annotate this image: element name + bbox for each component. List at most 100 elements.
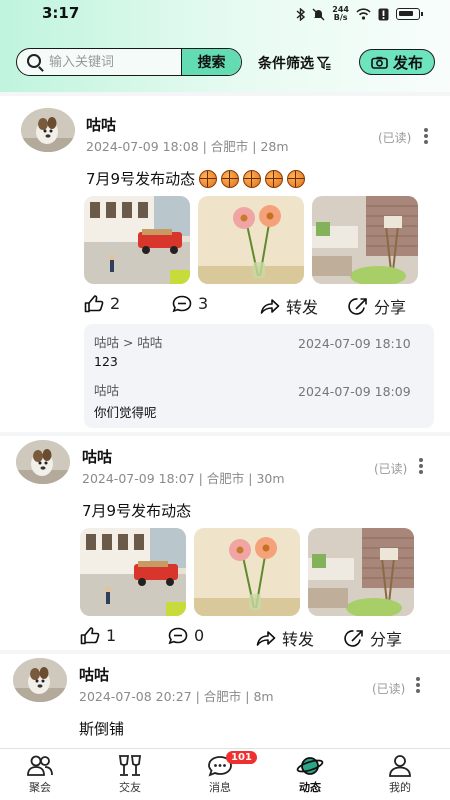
comment-button[interactable]: 0 (168, 626, 204, 645)
share-icon (344, 630, 363, 647)
publish-button[interactable]: 发布 (359, 49, 435, 75)
post-image-flowers[interactable] (194, 528, 300, 616)
unread-badge: 101 (226, 751, 257, 764)
more-icon[interactable] (416, 677, 420, 693)
person-icon (389, 755, 411, 777)
thumbs-up-icon (80, 626, 100, 644)
repost-icon (260, 299, 280, 314)
comment-list: 咕咕 > 咕咕 2024-07-09 18:10 123 咕咕 2024-07-… (84, 324, 434, 428)
nav-label: 聚会 (29, 781, 51, 794)
bottom-nav: 聚会 交友 101 消息 动态 我的 (0, 748, 450, 800)
like-count: 1 (106, 626, 117, 645)
post-text: 斯倒铺 (79, 720, 125, 738)
net-speed: 244 B/s (332, 6, 349, 22)
repost-button[interactable]: 转发 (260, 294, 318, 318)
like-count: 2 (110, 294, 121, 313)
post-card[interactable]: 咕咕 2024-07-09 18:08 | 合肥市 | 28m (已读) 7月9… (0, 96, 450, 432)
search-input[interactable] (49, 52, 179, 72)
comment-author[interactable]: 咕咕 > 咕咕 (94, 332, 162, 351)
nav-item-me[interactable]: 我的 (365, 749, 435, 800)
avatar[interactable] (16, 440, 70, 484)
nav-item-moments[interactable]: 动态 (275, 749, 345, 800)
search-box[interactable]: 搜索 (16, 48, 242, 76)
filter-icon (317, 56, 331, 70)
post-content: 7月9号发布动态 (82, 500, 191, 521)
alert-icon (378, 8, 389, 20)
filter-label: 条件筛选 (258, 56, 314, 72)
comment-time: 2024-07-09 18:09 (298, 384, 411, 399)
comment-button[interactable]: 3 (172, 294, 208, 313)
read-status: (已读) (378, 131, 412, 145)
like-button[interactable]: 1 (80, 626, 116, 645)
share-label: 分享 (374, 298, 407, 317)
nav-label: 我的 (389, 781, 411, 794)
nav-item-friends[interactable]: 交友 (95, 749, 165, 800)
cheers-icon (118, 755, 142, 776)
camera-icon (371, 56, 388, 69)
search-icon (27, 54, 41, 68)
repost-icon (256, 631, 276, 646)
post-text: 7月9号发布动态 (86, 170, 196, 188)
nav-item-gathering[interactable]: 聚会 (5, 749, 75, 800)
header: 3:17 244 B/s 搜索 条件筛选 发布 (0, 0, 450, 92)
comment-author[interactable]: 咕咕 (94, 380, 119, 399)
comment-text: 你们觉得呢 (94, 405, 157, 420)
repost-label: 转发 (286, 298, 319, 317)
comment-icon (168, 627, 188, 644)
post-image-room[interactable] (312, 196, 418, 284)
mute-bell-icon (312, 8, 325, 20)
post-meta: 2024-07-08 20:27 | 合肥市 | 8m (79, 689, 274, 704)
bluetooth-icon (296, 7, 306, 21)
share-icon (348, 298, 367, 315)
net-speed-unit: B/s (333, 13, 348, 22)
filter-button[interactable]: 条件筛选 (258, 53, 331, 73)
avatar[interactable] (21, 108, 75, 152)
post-image-truck[interactable] (84, 196, 190, 284)
repost-label: 转发 (282, 630, 315, 649)
wifi-icon (356, 8, 371, 20)
avatar[interactable] (13, 658, 67, 702)
read-status: (已读) (372, 682, 406, 696)
like-button[interactable]: 2 (84, 294, 120, 313)
planet-icon (296, 757, 324, 775)
search-row: 搜索 条件筛选 发布 (0, 46, 450, 78)
comment-icon (172, 295, 192, 312)
nav-label: 动态 (299, 781, 321, 794)
nav-label: 交友 (119, 781, 141, 794)
read-status: (已读) (374, 462, 408, 476)
post-content: 斯倒铺 (79, 718, 124, 739)
nav-label: 消息 (209, 781, 231, 794)
more-icon[interactable] (419, 458, 423, 474)
basketball-icon (199, 169, 218, 188)
comment-time: 2024-07-09 18:10 (298, 336, 411, 351)
comment-text: 123 (94, 354, 118, 369)
battery-icon (396, 8, 423, 20)
post-card[interactable]: 咕咕 2024-07-09 18:07 | 合肥市 | 30m (已读) 7月9… (0, 436, 450, 650)
comment-count: 3 (198, 294, 209, 313)
post-image-truck[interactable] (80, 528, 186, 616)
basketball-icon (265, 169, 284, 188)
post-image-flowers[interactable] (198, 196, 304, 284)
author-name[interactable]: 咕咕 (86, 114, 116, 135)
basketball-icon (221, 169, 240, 188)
feed[interactable]: 咕咕 2024-07-09 18:08 | 合肥市 | 28m (已读) 7月9… (0, 92, 450, 748)
more-icon[interactable] (424, 128, 428, 144)
status-bar: 3:17 244 B/s (0, 0, 450, 32)
basketball-icon (287, 169, 306, 188)
repost-button[interactable]: 转发 (256, 626, 314, 650)
share-label: 分享 (370, 630, 403, 649)
nav-item-messages[interactable]: 101 消息 (185, 749, 257, 800)
comment-count: 0 (194, 626, 205, 645)
post-card[interactable]: 咕咕 2024-07-08 20:27 | 合肥市 | 8m (已读) 斯倒铺 (0, 654, 450, 748)
author-name[interactable]: 咕咕 (79, 664, 109, 685)
share-button[interactable]: 分享 (348, 294, 406, 318)
post-text: 7月9号发布动态 (82, 502, 192, 520)
post-meta: 2024-07-09 18:08 | 合肥市 | 28m (86, 139, 289, 154)
post-image-room[interactable] (308, 528, 414, 616)
author-name[interactable]: 咕咕 (82, 446, 112, 467)
share-button[interactable]: 分享 (344, 626, 402, 650)
basketball-icon (243, 169, 262, 188)
status-icons: 244 B/s (296, 6, 423, 22)
thumbs-up-icon (84, 294, 104, 312)
search-button[interactable]: 搜索 (181, 49, 241, 75)
